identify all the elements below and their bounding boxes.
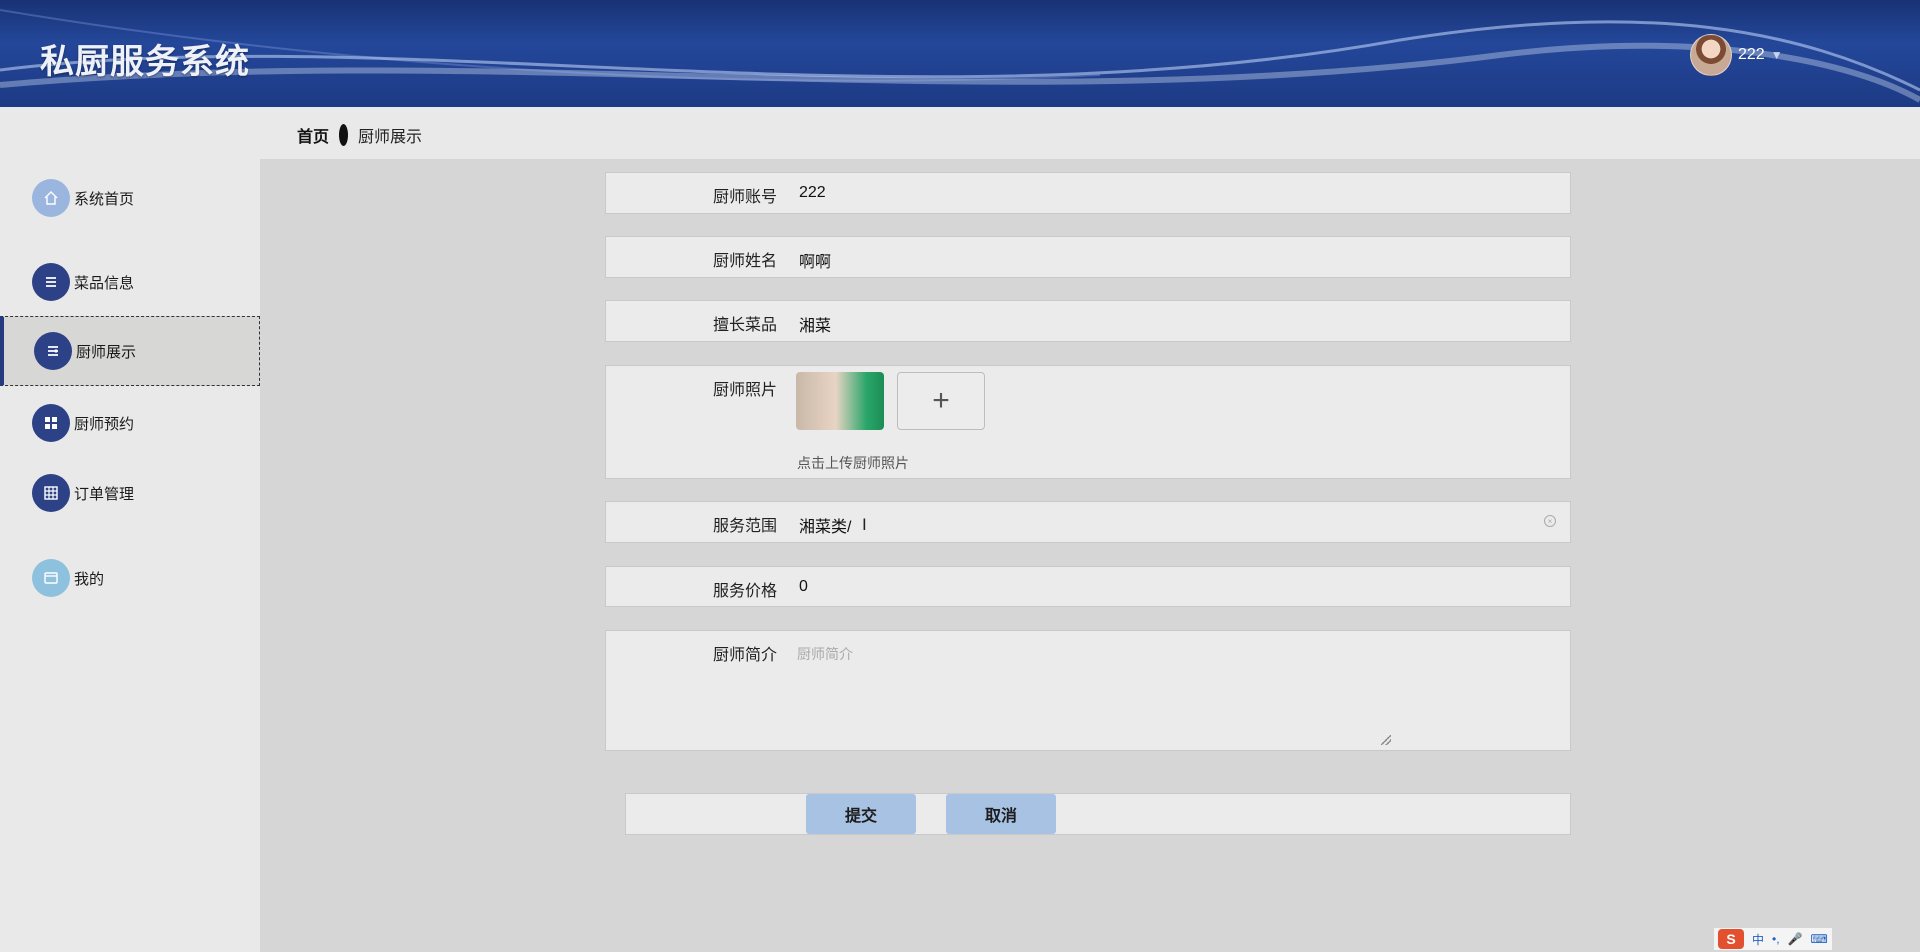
ime-language-toggle[interactable]: 中: [1752, 931, 1764, 948]
ime-toolbar: S 中 •, 🎤 ⌨: [1714, 928, 1832, 950]
form-row-account: 厨师账号 222: [605, 172, 1571, 214]
sidebar-item-orders[interactable]: 订单管理: [0, 458, 260, 528]
upload-photo-button[interactable]: +: [897, 372, 985, 430]
sidebar-item-mine[interactable]: 我的: [0, 543, 260, 613]
name-label: 厨师姓名: [712, 253, 777, 270]
resize-handle-icon[interactable]: [1381, 735, 1391, 745]
sidebar-item-dishes[interactable]: 菜品信息: [0, 247, 260, 317]
app-header: 私厨服务系统 222 ▼: [0, 0, 1920, 107]
app-title: 私厨服务系统: [40, 43, 250, 81]
form-row-intro: 厨师简介 厨师简介: [605, 630, 1571, 751]
form-row-photo: 厨师照片 + 点击上传厨师照片: [605, 365, 1571, 479]
sidebar-item-label: 我的: [74, 570, 105, 588]
form-row-specialty: 擅长菜品 湘菜: [605, 300, 1571, 342]
user-menu[interactable]: 222 ▼: [1690, 34, 1783, 76]
grid-icon: [32, 404, 70, 442]
sidebar: 系统首页 菜品信息 厨师展示 厨师预约 订单管理 我的: [0, 159, 260, 952]
chevron-down-icon[interactable]: ▼: [1771, 48, 1783, 62]
form-row-service-scope: 服务范围 湘菜类/ I ×: [605, 501, 1571, 543]
breadcrumb: 首页 厨师展示: [297, 123, 422, 147]
sidebar-item-home[interactable]: 系统首页: [0, 163, 260, 233]
card-icon: [32, 559, 70, 597]
avatar[interactable]: [1690, 34, 1732, 76]
breadcrumb-home[interactable]: 首页: [297, 123, 329, 147]
sidebar-item-label: 系统首页: [74, 190, 135, 208]
sidebar-item-label: 厨师展示: [76, 343, 137, 361]
sidebar-item-booking[interactable]: 厨师预约: [0, 388, 260, 458]
price-label: 服务价格: [712, 583, 777, 600]
ime-punctuation-toggle[interactable]: •,: [1772, 932, 1780, 946]
account-field[interactable]: 222: [799, 184, 826, 202]
sidebar-item-label: 厨师预约: [74, 415, 135, 433]
username[interactable]: 222: [1738, 46, 1765, 64]
service-scope-field[interactable]: 湘菜类/: [799, 513, 851, 537]
sidebar-item-label: 订单管理: [74, 485, 135, 503]
specialty-label: 擅长菜品: [712, 317, 777, 334]
photo-label: 厨师照片: [712, 382, 777, 399]
text-cursor-icon: I: [862, 515, 867, 534]
breadcrumb-current: 厨师展示: [358, 129, 423, 146]
home-icon: [32, 179, 70, 217]
form-actions: 提交 取消: [625, 793, 1571, 835]
intro-label: 厨师简介: [712, 647, 777, 664]
breadcrumb-bar: 首页 厨师展示: [0, 107, 1920, 159]
clear-icon[interactable]: ×: [1544, 515, 1556, 527]
cancel-button[interactable]: 取消: [946, 794, 1056, 834]
microphone-icon[interactable]: 🎤: [1788, 932, 1803, 946]
list-icon: [32, 263, 70, 301]
form-row-name: 厨师姓名 啊啊: [605, 236, 1571, 278]
sidebar-item-chefs[interactable]: 厨师展示: [0, 316, 260, 386]
plus-icon: +: [932, 384, 950, 417]
ime-logo-icon[interactable]: S: [1718, 929, 1744, 949]
service-scope-label: 服务范围: [712, 518, 777, 535]
table-icon: [32, 474, 70, 512]
keyboard-icon[interactable]: ⌨: [1811, 932, 1828, 946]
list-icon: [34, 332, 72, 370]
account-label: 厨师账号: [712, 189, 777, 206]
header-wave-decoration: [0, 9, 1920, 103]
price-field[interactable]: 0: [799, 578, 808, 596]
name-field[interactable]: 啊啊: [799, 248, 831, 272]
form-row-price: 服务价格 0: [605, 566, 1571, 607]
upload-hint: 点击上传厨师照片: [797, 455, 909, 471]
breadcrumb-separator-icon: [339, 124, 349, 146]
chef-photo-thumbnail[interactable]: [796, 372, 884, 430]
sidebar-item-label: 菜品信息: [74, 274, 135, 292]
intro-textarea[interactable]: 厨师简介: [797, 644, 853, 664]
specialty-field[interactable]: 湘菜: [799, 312, 831, 336]
submit-button[interactable]: 提交: [806, 794, 916, 834]
